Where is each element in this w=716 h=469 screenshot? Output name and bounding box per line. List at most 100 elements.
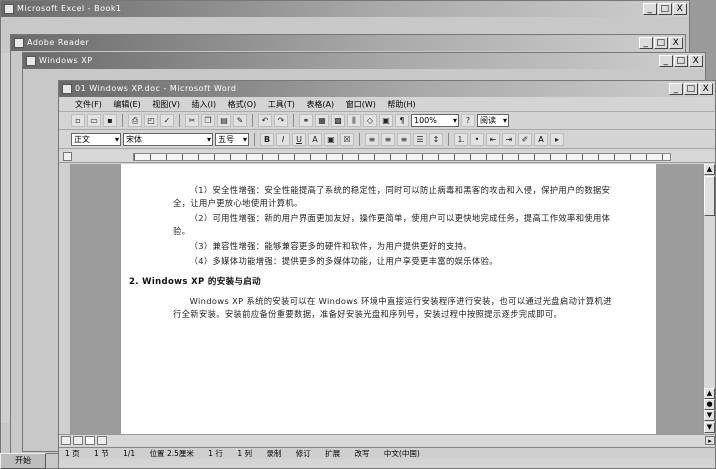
undo-icon[interactable]: ↶ bbox=[258, 114, 272, 127]
toolbar-separator bbox=[254, 133, 255, 146]
justify-icon[interactable]: ☰ bbox=[413, 133, 427, 146]
save-icon[interactable]: ▪ bbox=[103, 114, 117, 127]
help-icon[interactable]: ? bbox=[461, 114, 475, 127]
border-icon[interactable]: A bbox=[308, 133, 322, 146]
print-view-icon[interactable] bbox=[85, 436, 95, 445]
word-minimize-button[interactable]: _ bbox=[669, 83, 683, 95]
explorer-close-button[interactable]: X bbox=[689, 55, 703, 67]
align-center-icon[interactable]: ≡ bbox=[381, 133, 395, 146]
redo-icon[interactable]: ↷ bbox=[274, 114, 288, 127]
menu-file[interactable]: 文件(F) bbox=[75, 100, 102, 109]
excel-maximize-button[interactable]: □ bbox=[658, 3, 672, 15]
char-scale-icon[interactable]: ☒ bbox=[340, 133, 354, 146]
cut-icon[interactable]: ✂ bbox=[185, 114, 199, 127]
new-document-icon[interactable]: ▫ bbox=[71, 114, 85, 127]
word-maximize-button[interactable]: □ bbox=[684, 83, 698, 95]
decrease-indent-icon[interactable]: ⇤ bbox=[486, 133, 500, 146]
status-language: 中文(中国) bbox=[383, 449, 420, 458]
format-painter-icon[interactable]: ✎ bbox=[233, 114, 247, 127]
paragraph-4: （4）多媒体功能增强：提供更多的多媒体功能，让用户享受更丰富的娱乐体验。 bbox=[189, 256, 498, 266]
next-page-icon[interactable]: ▼ bbox=[704, 410, 715, 421]
bullets-icon[interactable]: • bbox=[470, 133, 484, 146]
toolbar-separator bbox=[359, 133, 360, 146]
print-preview-icon[interactable]: ◰ bbox=[144, 114, 158, 127]
excel-table-icon[interactable]: ▩ bbox=[331, 114, 345, 127]
excel-title-bar[interactable]: Microsoft Excel - Book1 _ □ X bbox=[1, 1, 689, 17]
word-window[interactable]: 01 Windows XP.doc - Microsoft Word _ □ X… bbox=[58, 80, 716, 469]
normal-view-icon[interactable] bbox=[61, 436, 71, 445]
reader-minimize-button[interactable]: _ bbox=[639, 37, 653, 49]
menu-table[interactable]: 表格(A) bbox=[306, 100, 334, 109]
numbering-icon[interactable]: ⒈ bbox=[454, 133, 468, 146]
scroll-up-icon[interactable]: ▲ bbox=[704, 164, 715, 175]
italic-icon[interactable]: I bbox=[276, 133, 290, 146]
excel-close-button[interactable]: X bbox=[673, 3, 687, 15]
explorer-maximize-button[interactable]: □ bbox=[674, 55, 688, 67]
document-area[interactable]: （1）安全性增强：安全性能提高了系统的稳定性，同时可以防止病毒和黑客的攻击和入侵… bbox=[59, 164, 705, 434]
reader-maximize-button[interactable]: □ bbox=[654, 37, 668, 49]
style-select[interactable]: 正文 bbox=[71, 133, 121, 146]
font-size-select[interactable]: 五号 bbox=[215, 133, 249, 146]
increase-indent-icon[interactable]: ⇥ bbox=[502, 133, 516, 146]
highlight-icon[interactable]: ✐ bbox=[518, 133, 532, 146]
line-spacing-icon[interactable]: ↕ bbox=[429, 133, 443, 146]
hyperlink-icon[interactable]: ⚭ bbox=[299, 114, 313, 127]
underline-icon[interactable]: U bbox=[292, 133, 306, 146]
columns-icon[interactable]: ⫼ bbox=[347, 114, 361, 127]
zoom-select[interactable]: 100% bbox=[411, 114, 459, 127]
bold-icon[interactable]: B bbox=[260, 133, 274, 146]
status-column: 1 列 bbox=[237, 449, 252, 458]
open-folder-icon[interactable]: ▭ bbox=[87, 114, 101, 127]
toolbar-separator bbox=[448, 133, 449, 146]
menu-window[interactable]: 窗口(W) bbox=[346, 100, 376, 109]
reader-title-bar[interactable]: Adobe Reader _ □ X bbox=[11, 35, 685, 51]
font-color-icon[interactable]: A bbox=[534, 133, 548, 146]
vertical-scrollbar[interactable]: ▲ ▲ ● ▼ ▼ bbox=[703, 164, 715, 434]
scroll-thumb[interactable] bbox=[704, 176, 715, 216]
word-close-button[interactable]: X bbox=[699, 83, 713, 95]
document-page[interactable]: （1）安全性增强：安全性能提高了系统的稳定性，同时可以防止病毒和黑客的攻击和入侵… bbox=[121, 164, 656, 434]
word-title-bar[interactable]: 01 Windows XP.doc - Microsoft Word _ □ X bbox=[59, 81, 715, 97]
toolbar-separator bbox=[252, 114, 253, 127]
start-button[interactable]: 开始 bbox=[0, 453, 46, 469]
explorer-minimize-button[interactable]: _ bbox=[659, 55, 673, 67]
scroll-down-icon[interactable]: ▼ bbox=[704, 422, 715, 433]
table-icon[interactable]: ▦ bbox=[315, 114, 329, 127]
explorer-title-bar[interactable]: Windows XP _ □ X bbox=[23, 53, 705, 69]
menu-help[interactable]: 帮助(H) bbox=[387, 100, 415, 109]
outline-view-icon[interactable] bbox=[97, 436, 107, 445]
formatting-toolbar: 正文 宋体 五号 B I U A ▣ ☒ ≡ ≡ ≡ ☰ ↕ ⒈ • ⇤ ⇥ ✐… bbox=[59, 131, 715, 149]
tab-selector-icon[interactable] bbox=[63, 152, 72, 161]
paste-icon[interactable]: ▤ bbox=[217, 114, 231, 127]
align-right-icon[interactable]: ≡ bbox=[397, 133, 411, 146]
paragraph-3: （3）兼容性增强：能够兼容更多的硬件和软件，为用户提供更好的支持。 bbox=[189, 241, 472, 251]
menu-edit[interactable]: 编辑(E) bbox=[113, 100, 140, 109]
horizontal-scrollbar[interactable]: ▸ bbox=[59, 434, 715, 446]
standard-toolbar: ▫ ▭ ▪ ⎙ ◰ ✓ ✂ ❐ ▤ ✎ ↶ ↷ ⚭ ▦ ▩ ⫼ ◇ ▣ ¶ 10… bbox=[59, 112, 715, 130]
toolbar-separator bbox=[179, 114, 180, 127]
copy-icon[interactable]: ❐ bbox=[201, 114, 215, 127]
show-hide-icon[interactable]: ¶ bbox=[395, 114, 409, 127]
scroll-right-icon[interactable]: ▸ bbox=[705, 436, 715, 445]
horizontal-ruler[interactable] bbox=[59, 151, 715, 163]
toolbar-separator bbox=[293, 114, 294, 127]
status-overtype: 改写 bbox=[354, 449, 370, 458]
prev-page-icon[interactable]: ▲ bbox=[704, 388, 715, 399]
char-shading-icon[interactable]: ▣ bbox=[324, 133, 338, 146]
menu-insert[interactable]: 插入(I) bbox=[192, 100, 217, 109]
menu-tools[interactable]: 工具(T) bbox=[268, 100, 295, 109]
select-browse-icon[interactable]: ● bbox=[704, 399, 715, 410]
doc-map-icon[interactable]: ▣ bbox=[379, 114, 393, 127]
spelling-icon[interactable]: ✓ bbox=[160, 114, 174, 127]
read-button[interactable]: 阅读 bbox=[477, 114, 509, 127]
print-icon[interactable]: ⎙ bbox=[128, 114, 142, 127]
excel-minimize-button[interactable]: _ bbox=[643, 3, 657, 15]
more-buttons-icon[interactable]: ▸ bbox=[550, 133, 564, 146]
font-select[interactable]: 宋体 bbox=[123, 133, 213, 146]
reader-close-button[interactable]: X bbox=[669, 37, 683, 49]
align-left-icon[interactable]: ≡ bbox=[365, 133, 379, 146]
menu-view[interactable]: 视图(V) bbox=[152, 100, 180, 109]
drawing-icon[interactable]: ◇ bbox=[363, 114, 377, 127]
web-view-icon[interactable] bbox=[73, 436, 83, 445]
menu-format[interactable]: 格式(O) bbox=[228, 100, 257, 109]
